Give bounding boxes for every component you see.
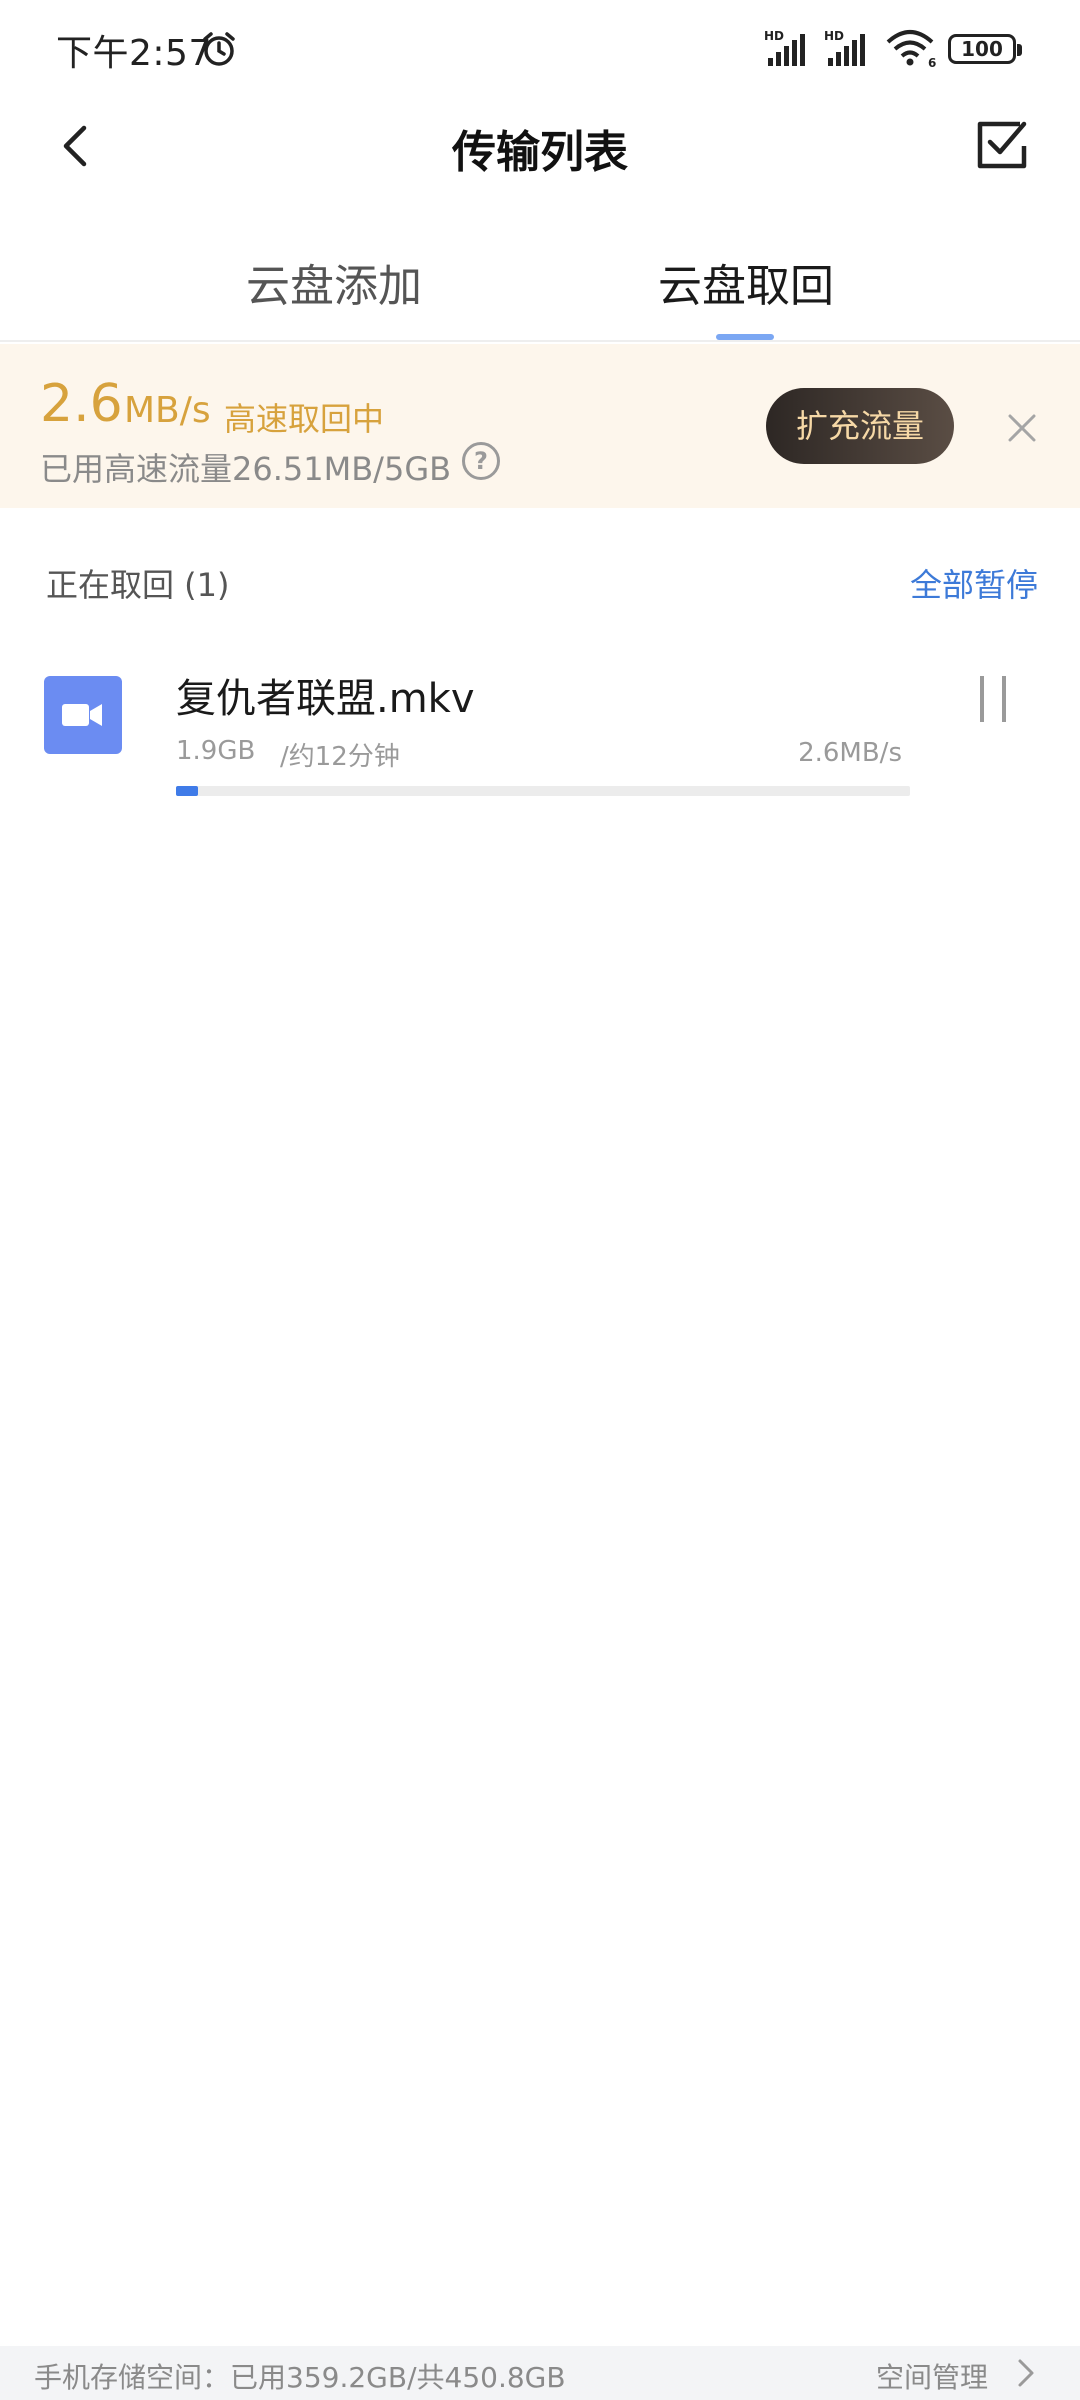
tab-cloud-add[interactable]: 云盘添加	[246, 250, 422, 314]
transfer-item[interactable]: 复仇者联盟.mkv 1.9GB /约12分钟 2.6MB/s	[0, 650, 1080, 810]
status-bar: 下午2:57 HD HD 6 100	[0, 0, 1080, 96]
file-eta: /约12分钟	[280, 742, 400, 772]
cell-signal-icon: HD	[824, 29, 865, 66]
video-file-icon	[44, 676, 122, 754]
file-size: 1.9GB	[176, 736, 256, 766]
wifi-badge: 6	[928, 56, 936, 68]
file-rate: 2.6MB/s	[798, 738, 902, 768]
active-tab-indicator	[716, 334, 774, 340]
speed-value: 2.6	[40, 374, 123, 434]
section-header: 正在取回 (1) 全部暂停	[0, 560, 1080, 610]
nav-bar: 传输列表	[0, 96, 1080, 196]
space-management-link[interactable]: 空间管理	[876, 2356, 988, 2396]
close-icon[interactable]	[1004, 410, 1040, 446]
traffic-usage: 已用高速流量26.51MB/5GB	[40, 450, 452, 488]
battery-indicator: 100	[948, 34, 1022, 64]
storage-info: 手机存储空间：已用359.2GB/共450.8GB	[34, 2361, 566, 2394]
chevron-right-icon[interactable]	[1014, 2358, 1038, 2388]
progress-bar	[176, 786, 910, 796]
page-title: 传输列表	[452, 127, 628, 178]
storage-footer: 手机存储空间：已用359.2GB/共450.8GB 空间管理	[0, 2346, 1080, 2400]
question-circle-icon[interactable]: ?	[462, 442, 500, 480]
speed-banner: 2.6 MB/s 高速取回中 已用高速流量26.51MB/5GB ? 扩充流量	[0, 344, 1080, 508]
tab-bar: 云盘添加 云盘取回	[0, 230, 1080, 342]
alarm-icon	[203, 32, 235, 66]
hd-label: HD	[824, 29, 844, 43]
section-title: 正在取回 (1)	[46, 566, 230, 604]
wifi-icon: 6	[886, 30, 936, 68]
file-name: 复仇者联盟.mkv	[176, 676, 475, 722]
expand-traffic-button[interactable]: 扩充流量	[766, 388, 954, 464]
pause-icon[interactable]	[972, 672, 1016, 728]
progress-bar-fill	[176, 786, 199, 796]
hd-label: HD	[764, 29, 784, 43]
select-mode-icon[interactable]	[974, 116, 1030, 172]
cell-signal-icon: HD	[764, 29, 805, 66]
speed-unit: MB/s	[124, 390, 211, 431]
status-time: 下午2:57	[56, 33, 212, 74]
speed-status: 高速取回中	[224, 400, 385, 438]
pause-all-button[interactable]: 全部暂停	[910, 560, 1038, 606]
tab-cloud-retrieve[interactable]: 云盘取回	[658, 250, 834, 314]
